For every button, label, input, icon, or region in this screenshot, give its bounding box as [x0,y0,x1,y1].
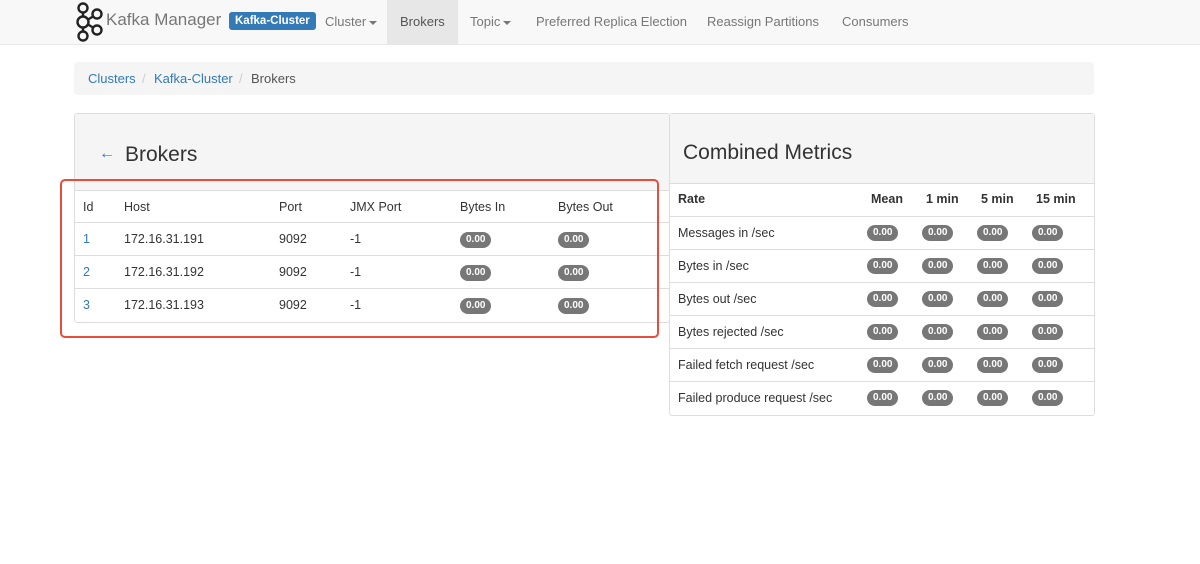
breadcrumb-separator: / [142,71,146,86]
metric-15min-badge: 0.00 [1032,390,1064,407]
col-header-1min: 1 min [926,192,959,207]
breadcrumb-current: Brokers [251,71,296,86]
table-row: Bytes rejected /sec 0.00 0.00 0.00 0.00 [670,315,1094,348]
top-navbar: Kafka Manager Kafka-Cluster Cluster Brok… [0,0,1200,45]
metric-rate-label: Bytes in /sec [678,258,749,273]
metric-5min-badge: 0.00 [977,225,1009,241]
table-row: Bytes out /sec 0.00 0.00 0.00 0.00 [670,282,1094,315]
metric-rate-label: Messages in /sec [678,225,775,240]
metric-5min-badge: 0.00 [977,390,1009,407]
metric-15min-badge: 0.00 [1032,324,1064,340]
metric-15min-badge: 0.00 [1032,225,1064,241]
nav-label: Preferred Replica Election [536,14,688,29]
kafka-logo-icon[interactable] [74,1,104,43]
metric-rate-label: Bytes out /sec [678,291,757,306]
metric-1min-badge: 0.00 [922,324,954,340]
metric-15min-badge: 0.00 [1032,291,1064,307]
arrow-left-icon[interactable]: ← [99,145,115,163]
nav-preferred-replica-election[interactable]: Preferred Replica Election [523,0,700,44]
metric-5min-badge: 0.00 [977,357,1009,373]
nav-topic-dropdown[interactable]: Topic [457,0,524,44]
nav-brokers[interactable]: Brokers [387,0,458,44]
nav-label: Brokers [400,14,445,29]
metrics-title: Combined Metrics [683,141,853,164]
metric-rate-label: Bytes rejected /sec [678,324,784,339]
table-row: Bytes in /sec 0.00 0.00 0.00 0.00 [670,249,1094,282]
metric-1min-badge: 0.00 [922,225,954,241]
metrics-table: Rate Mean 1 min 5 min 15 min Messages in… [670,183,1094,414]
table-row: Failed fetch request /sec 0.00 0.00 0.00… [670,348,1094,381]
brokers-title: Brokers [125,143,198,166]
nav-label: Cluster [325,14,367,29]
metric-5min-badge: 0.00 [977,324,1009,340]
caret-down-icon [369,20,378,25]
breadcrumb-kafka-cluster[interactable]: Kafka-Cluster [154,62,233,95]
table-row: Messages in /sec 0.00 0.00 0.00 0.00 [670,216,1094,249]
table-row: Failed produce request /sec 0.00 0.00 0.… [670,381,1094,414]
metric-1min-badge: 0.00 [922,390,954,407]
metric-1min-badge: 0.00 [922,357,954,373]
nav-consumers[interactable]: Consumers [829,0,921,44]
nav-label: Reassign Partitions [707,14,819,29]
nav-label: Consumers [842,14,909,29]
metric-mean-badge: 0.00 [867,324,899,340]
cluster-badge: Kafka-Cluster [229,12,316,30]
col-header-15min: 15 min [1036,192,1076,207]
nav-label: Topic [470,14,501,29]
metric-mean-badge: 0.00 [867,225,899,241]
metric-1min-badge: 0.00 [922,258,954,274]
metric-rate-label: Failed fetch request /sec [678,357,815,372]
col-header-mean: Mean [871,192,903,207]
col-header-5min: 5 min [981,192,1014,207]
breadcrumb-clusters[interactable]: Clusters [88,62,136,95]
breadcrumb-separator: / [239,71,243,86]
metric-rate-label: Failed produce request /sec [678,390,833,405]
metric-15min-badge: 0.00 [1032,258,1064,274]
highlight-box [60,179,659,338]
col-header-rate: Rate [678,192,706,207]
metric-mean-badge: 0.00 [867,258,899,274]
metrics-panel: Combined Metrics Rate Mean 1 min 5 min 1… [669,113,1095,416]
metric-5min-badge: 0.00 [977,291,1009,307]
table-header-row: Rate Mean 1 min 5 min 15 min [670,183,1094,216]
nav-cluster-dropdown[interactable]: Cluster [312,0,390,44]
nav-reassign-partitions[interactable]: Reassign Partitions [694,0,832,44]
metrics-panel-heading: Combined Metrics [670,114,1094,184]
metric-mean-badge: 0.00 [867,390,899,407]
app-brand[interactable]: Kafka Manager [106,10,221,30]
metric-15min-badge: 0.00 [1032,357,1064,373]
metric-1min-badge: 0.00 [922,291,954,307]
metric-mean-badge: 0.00 [867,291,899,307]
metric-5min-badge: 0.00 [977,258,1009,274]
caret-down-icon [503,20,512,25]
metric-mean-badge: 0.00 [867,357,899,373]
breadcrumb: Clusters / Kafka-Cluster / Brokers [74,62,1094,95]
